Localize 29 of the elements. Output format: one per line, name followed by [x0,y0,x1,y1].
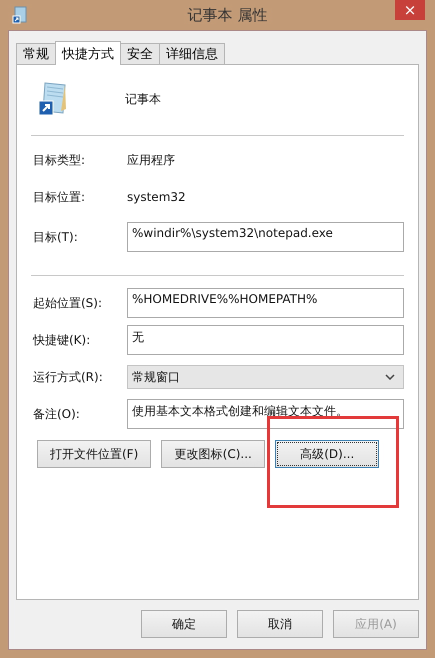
shortcut-name: 记事本 [125,90,161,108]
action-button[interactable]: 更改图标(C)... [161,440,266,468]
field-label: 备注(O): [32,406,81,422]
tab[interactable]: 详细信息 [159,43,225,64]
action-button[interactable]: 高级(D)... [275,440,380,468]
dialog-button[interactable]: 确定 [141,610,227,638]
field-label: 运行方式(R): [32,368,104,386]
notepad-icon [37,81,69,117]
notepad-icon [12,6,28,24]
target-field[interactable]: %windir%\system32\notepad.exe [127,222,404,252]
input-field[interactable]: 无 [127,325,404,355]
dialog-button[interactable]: 取消 [237,610,323,638]
field-label: 起始位置(S): [32,294,104,312]
tab[interactable]: 安全 [120,43,160,64]
field-label: 目标类型: [32,152,86,168]
field-label: 目标(T): [32,228,79,246]
input-field[interactable]: %HOMEDRIVE%%HOMEPATH% [127,288,404,318]
window-title: 记事本 属性 [188,6,268,24]
chevron-down-icon [385,374,395,380]
field-label: 目标位置: [32,188,86,206]
tab[interactable]: 常规 [16,43,56,64]
action-button[interactable]: 打开文件位置(F) [37,440,152,468]
field-value: system32 [127,190,186,204]
field-value: 应用程序 [127,152,175,168]
close-button[interactable]: × [395,0,425,20]
tab[interactable]: 快捷方式 [55,41,121,65]
run-dropdown[interactable]: 常规窗口 [127,365,404,389]
input-field[interactable]: 使用基本文本格式创建和编辑文本文件。 [127,399,404,429]
field-label: 快捷键(K): [32,332,92,348]
